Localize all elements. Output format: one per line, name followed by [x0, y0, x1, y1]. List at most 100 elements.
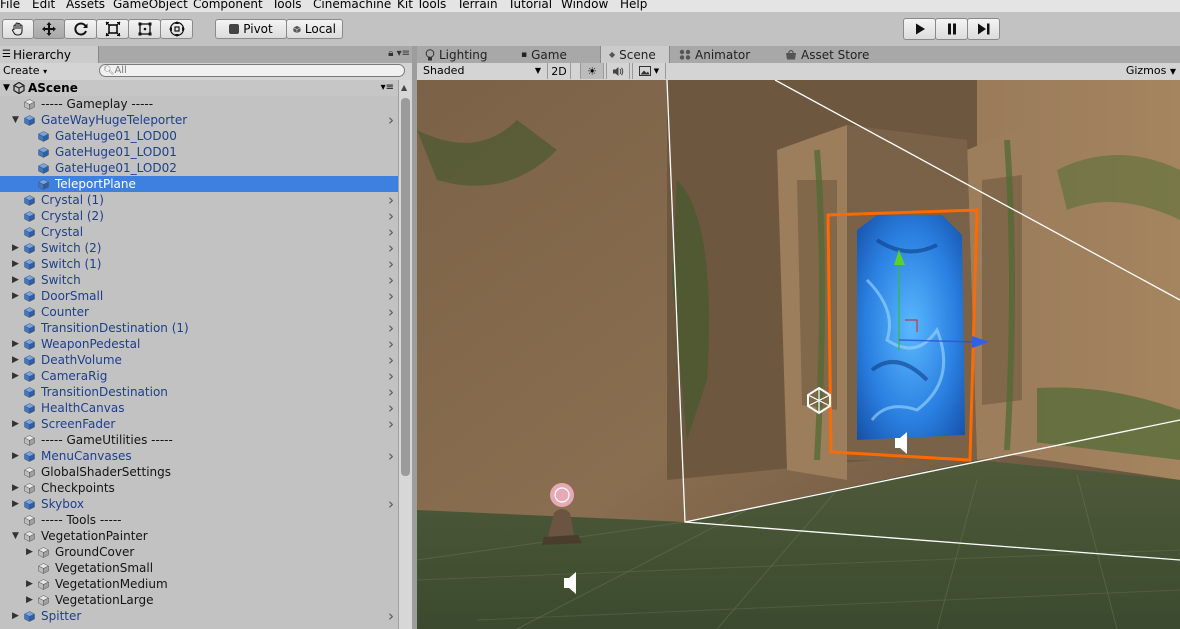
prefab-open-chevron-icon[interactable]: › — [388, 368, 394, 384]
hierarchy-row[interactable]: ▶ VegetationMedium — [0, 576, 398, 592]
hierarchy-row[interactable]: ▶ CameraRig › — [0, 368, 398, 384]
move-tool-button[interactable] — [33, 19, 65, 39]
hierarchy-row[interactable]: GlobalShaderSettings — [0, 464, 398, 480]
hierarchy-row[interactable]: ▶ DeathVolume › — [0, 352, 398, 368]
hierarchy-scrollbar[interactable]: ▲ — [398, 80, 413, 629]
hierarchy-row[interactable]: ▼ GateWayHugeTeleporter › — [0, 112, 398, 128]
prefab-open-chevron-icon[interactable]: › — [388, 304, 394, 320]
expand-arrow-icon[interactable]: ▶ — [26, 544, 33, 560]
expand-arrow-icon[interactable]: ▶ — [12, 336, 19, 352]
prefab-open-chevron-icon[interactable]: › — [388, 240, 394, 256]
expand-arrow-icon[interactable]: ▶ — [12, 608, 19, 624]
prefab-open-chevron-icon[interactable]: › — [388, 112, 394, 128]
shading-mode-dropdown[interactable]: Shaded ▼ — [423, 64, 541, 78]
create-dropdown[interactable]: Create ▾ — [3, 64, 47, 77]
scrollbar-thumb[interactable] — [401, 98, 410, 476]
hierarchy-row[interactable]: TransitionDestination › — [0, 384, 398, 400]
hierarchy-row[interactable]: Crystal (1) › — [0, 192, 398, 208]
rotate-tool-button[interactable] — [64, 19, 97, 39]
hierarchy-row[interactable]: ▶ VegetationLarge — [0, 592, 398, 608]
hierarchy-row[interactable]: Crystal (2) › — [0, 208, 398, 224]
expand-arrow-icon[interactable]: ▶ — [12, 368, 19, 384]
hierarchy-row[interactable]: TeleportPlane — [0, 176, 398, 192]
hierarchy-row[interactable]: ▶ GroundCover — [0, 544, 398, 560]
local-toggle-button[interactable]: Local — [286, 19, 343, 39]
scene-root-row[interactable]: ▼ AScene ▾≡ — [0, 80, 398, 96]
prefab-open-chevron-icon[interactable]: › — [388, 496, 394, 512]
prefab-open-chevron-icon[interactable]: › — [388, 400, 394, 416]
hierarchy-row[interactable]: ▶ MenuCanvases › — [0, 448, 398, 464]
hierarchy-row[interactable]: ----- Gameplay ----- — [0, 96, 398, 112]
menu-item-11[interactable]: Help — [620, 0, 647, 11]
play-button[interactable] — [903, 18, 936, 40]
hierarchy-row[interactable]: ▶ Skybox › — [0, 496, 398, 512]
menu-item-2[interactable]: Assets — [66, 0, 105, 11]
menu-item-0[interactable]: File — [0, 0, 20, 11]
prefab-open-chevron-icon[interactable]: › — [388, 224, 394, 240]
menu-item-6[interactable]: Cinemachine — [313, 0, 391, 11]
expand-arrow-icon[interactable]: ▶ — [12, 480, 19, 496]
expand-arrow-icon[interactable]: ▶ — [12, 288, 19, 304]
hierarchy-row[interactable]: GateHuge01_LOD02 — [0, 160, 398, 176]
expand-arrow-icon[interactable]: ▶ — [12, 256, 19, 272]
hierarchy-row[interactable]: VegetationSmall — [0, 560, 398, 576]
audio-toggle-button[interactable] — [606, 63, 630, 79]
prefab-open-chevron-icon[interactable]: › — [388, 208, 394, 224]
hierarchy-row[interactable]: Crystal › — [0, 224, 398, 240]
hierarchy-row[interactable]: TransitionDestination (1) › — [0, 320, 398, 336]
prefab-open-chevron-icon[interactable]: › — [388, 272, 394, 288]
expand-arrow-icon[interactable]: ▶ — [12, 240, 19, 256]
tab-scene[interactable]: ◆ Scene — [600, 46, 670, 63]
hierarchy-row[interactable]: Counter › — [0, 304, 398, 320]
scale-tool-button[interactable] — [96, 19, 129, 39]
tab-asset-store[interactable]: Asset Store — [785, 46, 869, 63]
toggle-2d-button[interactable]: 2D — [547, 63, 571, 79]
prefab-open-chevron-icon[interactable]: › — [388, 320, 394, 336]
menu-item-3[interactable]: GameObject — [113, 0, 188, 11]
expand-arrow-icon[interactable]: ▶ — [12, 416, 19, 432]
scroll-up-icon[interactable]: ▲ — [401, 83, 407, 92]
prefab-open-chevron-icon[interactable]: › — [388, 384, 394, 400]
transform-tool-button[interactable] — [160, 19, 193, 39]
menu-item-5[interactable]: Tools — [272, 0, 302, 11]
hierarchy-row[interactable]: GateHuge01_LOD00 — [0, 128, 398, 144]
menu-item-7[interactable]: Kit Tools — [397, 0, 446, 11]
scene-viewport[interactable] — [417, 80, 1180, 629]
menu-item-4[interactable]: Component — [193, 0, 263, 11]
expand-arrow-icon[interactable]: ▶ — [12, 496, 19, 512]
menu-item-1[interactable]: Edit — [32, 0, 55, 11]
prefab-open-chevron-icon[interactable]: › — [388, 352, 394, 368]
pivot-toggle-button[interactable]: Pivot — [215, 19, 287, 39]
prefab-open-chevron-icon[interactable]: › — [388, 192, 394, 208]
panel-menu-icon[interactable]: ▾≡ — [397, 48, 410, 59]
hierarchy-row[interactable]: ----- Tools ----- — [0, 512, 398, 528]
hierarchy-row[interactable]: ▶ Checkpoints — [0, 480, 398, 496]
hierarchy-row[interactable]: ----- GameUtilities ----- — [0, 432, 398, 448]
prefab-open-chevron-icon[interactable]: › — [388, 288, 394, 304]
hierarchy-row[interactable]: HealthCanvas › — [0, 400, 398, 416]
menu-item-10[interactable]: Window — [561, 0, 608, 11]
lighting-toggle-button[interactable]: ☀ — [580, 63, 604, 79]
tab-lighting[interactable]: Lighting — [425, 46, 488, 63]
hierarchy-row[interactable]: ▶ WeaponPedestal › — [0, 336, 398, 352]
hierarchy-row[interactable]: ▼ VegetationPainter — [0, 528, 398, 544]
scene-menu-icon[interactable]: ▾≡ — [381, 80, 394, 96]
effects-dropdown-button[interactable]: ▼ — [632, 63, 666, 79]
hand-tool-button[interactable] — [2, 19, 34, 39]
panel-lock-menu[interactable]: 🔒︎ ▾≡ — [388, 48, 410, 59]
prefab-open-chevron-icon[interactable]: › — [388, 608, 394, 624]
hierarchy-tab[interactable]: ☰ Hierarchy — [0, 46, 99, 63]
hierarchy-row[interactable]: ▶ Switch › — [0, 272, 398, 288]
hierarchy-search-input[interactable]: 🔍︎All — [99, 64, 405, 77]
rect-tool-button[interactable] — [128, 19, 161, 39]
step-button[interactable] — [967, 18, 1000, 40]
prefab-open-chevron-icon[interactable]: › — [388, 336, 394, 352]
gizmos-dropdown[interactable]: Gizmos ▼ — [1126, 64, 1176, 77]
collapse-arrow-icon[interactable]: ▼ — [12, 112, 19, 128]
collapse-arrow-icon[interactable]: ▼ — [12, 528, 19, 544]
tab-game[interactable]: ▪ Game — [521, 46, 567, 63]
prefab-open-chevron-icon[interactable]: › — [388, 448, 394, 464]
prefab-open-chevron-icon[interactable]: › — [388, 416, 394, 432]
hierarchy-row[interactable]: ▶ DoorSmall › — [0, 288, 398, 304]
expand-arrow-icon[interactable]: ▶ — [26, 592, 33, 608]
